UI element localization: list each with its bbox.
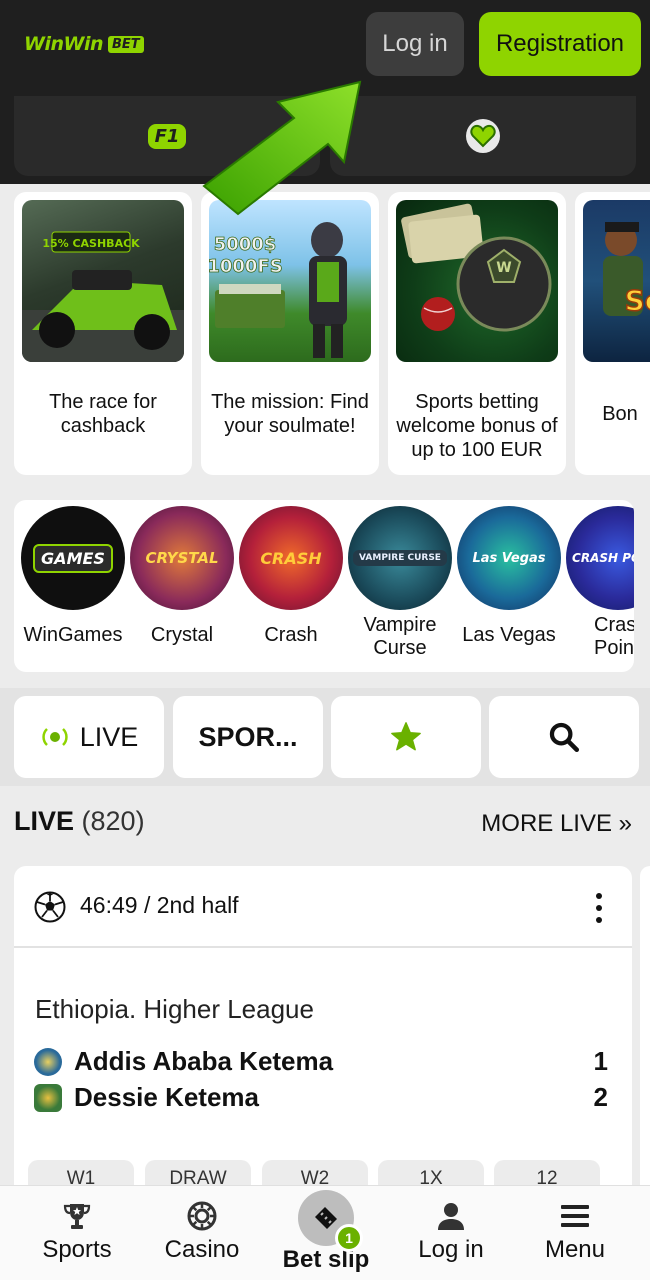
promo-card[interactable]: Sc Bon (575, 192, 650, 475)
promo-image-text: Sc (625, 284, 650, 317)
score-home: 1 (593, 1046, 608, 1076)
team-away-name: Dessie Ketema (74, 1082, 259, 1112)
game-label: WinGames (23, 624, 123, 646)
nav-login[interactable]: Log in (386, 1186, 516, 1280)
vampire-curse-icon: VAMPIRE CURSE (348, 506, 452, 610)
logo-badge: BET (108, 35, 144, 53)
soccer-ball-icon (34, 891, 66, 923)
promo-title: Sports betting welcome bonus of up to 10… (396, 391, 558, 461)
svg-text:5000$: 5000$ (214, 234, 277, 255)
games-strip[interactable]: GAMES WinGames CRYSTAL Crystal CRASH Cra… (14, 500, 634, 672)
svg-text:1000FS: 1000FS (209, 256, 283, 277)
nav-login-label: Log in (418, 1236, 484, 1263)
user-icon (438, 1203, 464, 1230)
top-header: WinWin BET Log in Registration (0, 0, 650, 96)
crystal-icon: CRYSTAL (130, 506, 234, 610)
score-away: 2 (593, 1082, 608, 1112)
heart-icon (466, 119, 500, 153)
promo-title: Bon (602, 403, 638, 425)
crash-point-icon: CRASH POINT (566, 506, 634, 610)
game-label: Crash (264, 624, 318, 646)
next-match-card[interactable] (640, 866, 650, 1206)
promo-image-sports: W (396, 200, 558, 362)
sports-filter-button[interactable]: SPOR... (173, 696, 323, 778)
casino-chip-icon (187, 1201, 217, 1231)
trophy-icon (63, 1204, 91, 1229)
nav-casino[interactable]: Casino (137, 1186, 267, 1280)
promo-title: The mission: Find your soulmate! (211, 391, 369, 437)
las-vegas-icon: Las Vegas (457, 506, 561, 610)
match-card[interactable]: 46:49 / 2nd half Ethiopia. Higher League… (14, 866, 632, 1206)
login-button[interactable]: Log in (366, 12, 464, 76)
nav-menu-label: Menu (544, 1236, 606, 1263)
nav-sports-label: Sports (42, 1236, 112, 1263)
live-filter-label: LIVE (79, 721, 139, 752)
star-icon (391, 722, 421, 751)
match-time: 46:49 / 2nd half (80, 892, 239, 918)
promo-image-mission: 5000$ 1000FS (209, 200, 371, 362)
bet-slip-count-badge: 1 (335, 1224, 363, 1252)
search-icon (549, 722, 580, 753)
filter-bar: LIVE SPOR... (0, 688, 650, 786)
live-count: (820) (81, 806, 145, 836)
ticket-icon (315, 1207, 337, 1229)
nav-menu[interactable]: Menu (510, 1186, 640, 1280)
team-home: Addis Ababa Ketema (34, 1046, 333, 1077)
quick-nav-f1[interactable]: F1 (14, 96, 320, 176)
game-item[interactable]: CRASH Crash (239, 506, 343, 647)
logo-text: WinWin (24, 33, 104, 55)
quick-nav: F1 (0, 96, 650, 184)
game-label: Crash Poin (594, 614, 634, 659)
team-away: Dessie Ketema (34, 1082, 259, 1113)
nav-sports[interactable]: Sports (12, 1186, 142, 1280)
more-options-icon[interactable] (596, 890, 602, 926)
nav-bet-slip-label: Bet slip (282, 1246, 370, 1273)
promo-carousel[interactable]: 15% CASHBACK The race for cashback 5000$… (0, 184, 650, 484)
live-filter-button[interactable]: LIVE (14, 696, 164, 778)
team-home-badge-icon (34, 1047, 62, 1076)
game-label: Vampire Curse (363, 614, 437, 659)
promo-title: The race for cashback (49, 391, 157, 437)
promo-card[interactable]: W Sports betting welcome bonus of up to … (388, 192, 566, 475)
search-button[interactable] (489, 696, 639, 778)
promo-image-text: 15% CASHBACK (42, 237, 140, 250)
winwin-logo[interactable]: WinWin BET (24, 32, 144, 56)
favorites-button[interactable] (331, 696, 481, 778)
team-away-badge-icon (34, 1083, 62, 1112)
league-name: Ethiopia. Higher League (35, 994, 314, 1024)
f1-icon: F1 (147, 123, 187, 149)
game-item[interactable]: CRASH POINT Crash Poin (566, 506, 634, 660)
registration-button[interactable]: Registration (479, 12, 641, 76)
team-home-name: Addis Ababa Ketema (74, 1046, 334, 1076)
game-item[interactable]: VAMPIRE CURSE Vampire Curse (348, 506, 452, 660)
more-live-link[interactable]: MORE LIVE » (481, 810, 632, 838)
promo-image-slot: Sc (583, 200, 650, 362)
live-section-title: LIVE (820) (14, 806, 145, 836)
hamburger-menu-icon (561, 1205, 589, 1227)
game-label: Crystal (150, 624, 214, 646)
game-item[interactable]: GAMES WinGames (21, 506, 125, 647)
game-item[interactable]: Las Vegas Las Vegas (457, 506, 561, 647)
match-header: 46:49 / 2nd half (14, 866, 632, 948)
quick-nav-heart[interactable] (330, 96, 636, 176)
promo-image-race: 15% CASHBACK (22, 200, 184, 362)
game-label: Las Vegas (462, 624, 556, 646)
svg-text:W: W (496, 260, 511, 276)
game-item[interactable]: CRYSTAL Crystal (130, 506, 234, 647)
nav-casino-label: Casino (164, 1236, 240, 1263)
crash-icon: CRASH (239, 506, 343, 610)
wingames-icon: GAMES (21, 506, 125, 610)
promo-card[interactable]: 15% CASHBACK The race for cashback (14, 192, 192, 475)
sports-filter-label: SPOR... (198, 721, 298, 752)
live-broadcast-icon (42, 728, 68, 746)
promo-card[interactable]: 5000$ 1000FS The mission: Find your soul… (201, 192, 379, 475)
